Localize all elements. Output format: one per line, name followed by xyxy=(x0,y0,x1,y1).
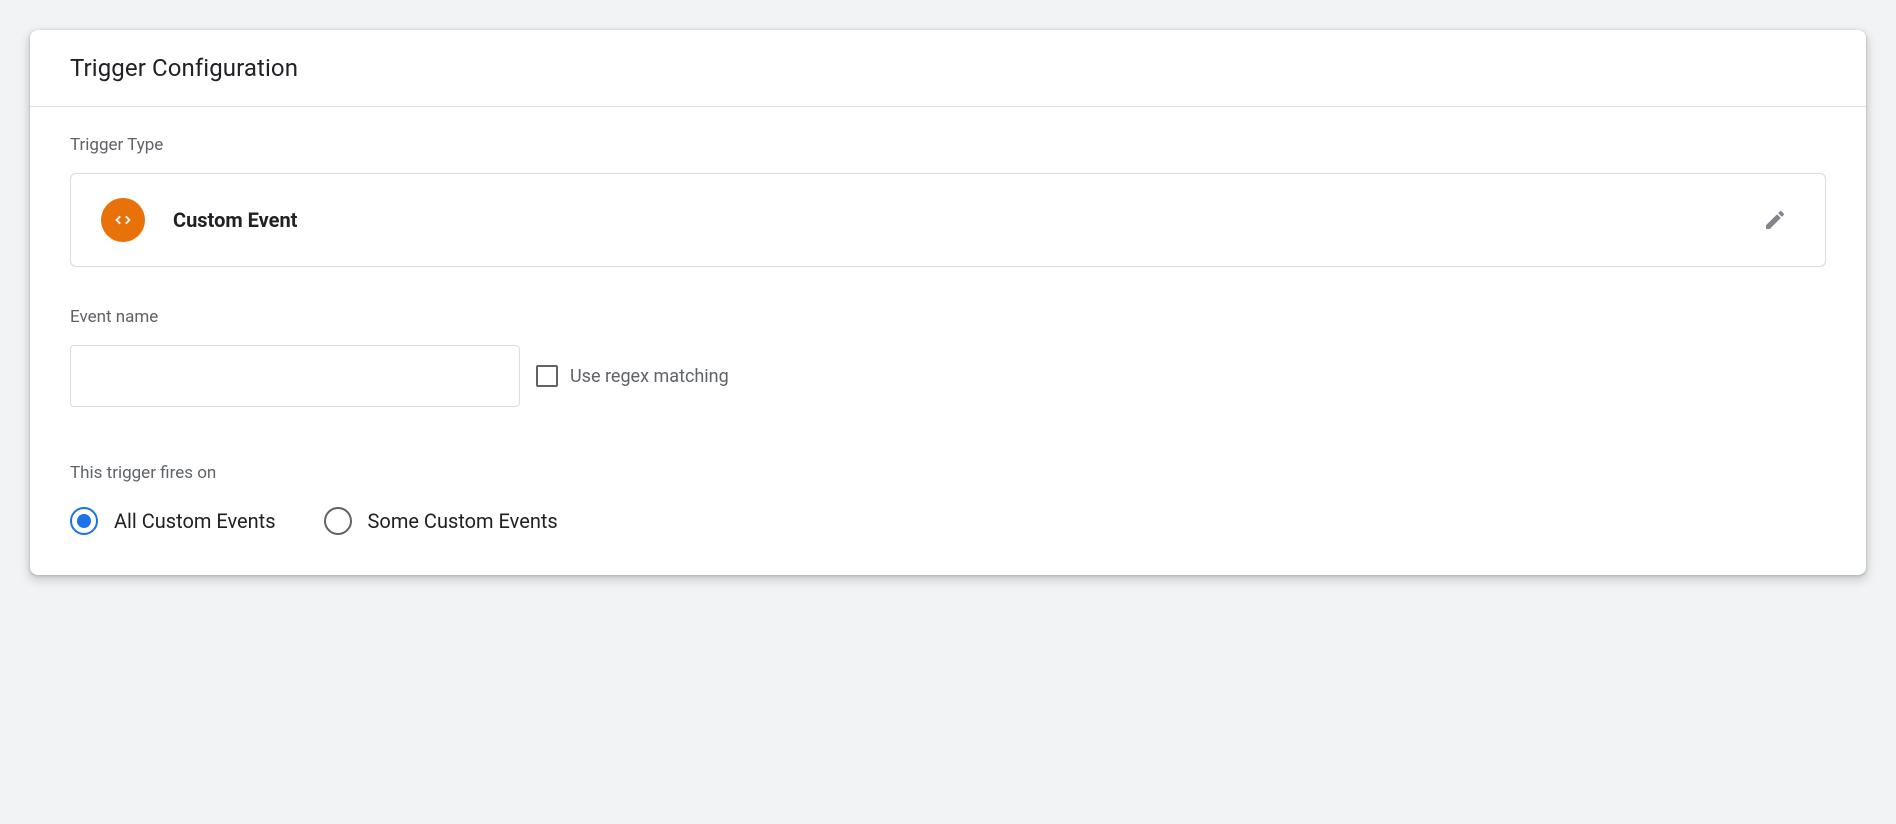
card-body: Trigger Type Custom Event Event name Use… xyxy=(30,107,1866,575)
trigger-config-card: Trigger Configuration Trigger Type Custo… xyxy=(30,30,1866,575)
regex-checkbox-label: Use regex matching xyxy=(570,366,729,387)
fires-on-radio-group: All Custom Events Some Custom Events xyxy=(70,507,1826,535)
edit-button[interactable] xyxy=(1755,200,1795,240)
code-icon xyxy=(101,198,145,242)
radio-icon xyxy=(70,507,98,535)
radio-label: All Custom Events xyxy=(114,509,276,533)
event-name-row: Use regex matching xyxy=(70,345,1826,407)
card-title: Trigger Configuration xyxy=(70,54,1826,82)
checkbox-icon xyxy=(536,365,558,387)
radio-label: Some Custom Events xyxy=(368,509,558,533)
pencil-icon xyxy=(1763,208,1787,232)
card-header: Trigger Configuration xyxy=(30,30,1866,107)
fires-on-label: This trigger fires on xyxy=(70,463,1826,483)
trigger-type-selector[interactable]: Custom Event xyxy=(70,173,1826,267)
event-name-input[interactable] xyxy=(70,345,520,407)
regex-checkbox[interactable]: Use regex matching xyxy=(536,365,729,387)
trigger-type-name: Custom Event xyxy=(173,208,297,232)
trigger-type-label: Trigger Type xyxy=(70,135,1826,155)
radio-some-custom-events[interactable]: Some Custom Events xyxy=(324,507,558,535)
radio-all-custom-events[interactable]: All Custom Events xyxy=(70,507,276,535)
trigger-type-info: Custom Event xyxy=(101,198,297,242)
radio-icon xyxy=(324,507,352,535)
event-name-label: Event name xyxy=(70,307,1826,327)
